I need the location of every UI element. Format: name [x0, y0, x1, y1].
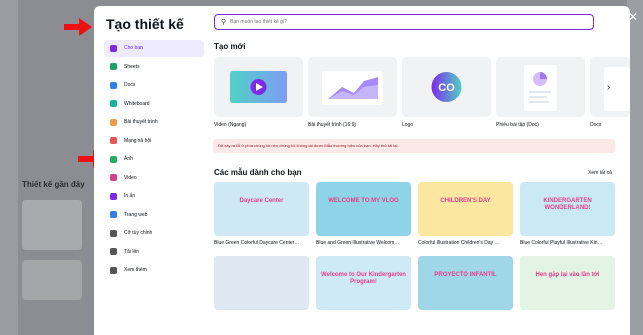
resize-icon — [110, 229, 117, 237]
video-icon — [110, 174, 117, 182]
create-card-label: Bài thuyết trình (16:9) — [308, 122, 357, 128]
red-arrow-icon — [64, 18, 92, 36]
sidebar-item-label: Bài thuyết trình — [124, 119, 158, 126]
sidebar-item[interactable]: Whiteboard — [104, 96, 204, 113]
sidebar-item[interactable]: Cho bạn — [104, 40, 204, 57]
sidebar-item[interactable]: Mạng xã hội — [104, 133, 204, 150]
background-section-title: Thiết kế gần đây — [22, 180, 85, 189]
sidebar-item[interactable]: Cỡ tùy chỉnh — [104, 225, 204, 242]
create-card-label: Phiếu bài tập (Doc) — [496, 122, 539, 128]
template-thumbnail-text: KINDERGARTEN WONDERLAND! — [543, 198, 592, 212]
create-card-logo[interactable]: CO — [402, 57, 491, 117]
website-icon — [110, 211, 117, 219]
template-thumbnail-text: PROYECTO INFANTIL — [434, 272, 497, 278]
template-thumbnail-text: Hẹn gặp lại vào lần tới — [535, 272, 600, 278]
template-card[interactable]: Hẹn gặp lại vào lần tới — [520, 256, 615, 310]
sidebar-item-label: Video — [124, 174, 137, 181]
template-label: Colorful Illustration Children's Day … — [418, 240, 500, 246]
template-card[interactable]: CHILDREN'S DAY — [418, 182, 513, 236]
background-card — [22, 260, 82, 300]
create-design-modal: Tạo thiết kế ⚲ Cho bạn Sheets Docs Whiteboa… — [94, 6, 630, 335]
create-new-title: Tạo mới — [214, 42, 246, 51]
sidebar-item[interactable]: Trang web — [104, 207, 204, 224]
category-sidebar: Cho bạn Sheets Docs Whiteboard Bài thuyết tr… — [104, 40, 204, 281]
template-label: Blue Colorful Playful Illustrative Kin… — [520, 240, 603, 246]
close-icon[interactable]: ✕ — [624, 8, 642, 26]
error-banner: Đã xảy ra lỗi ở phía chúng tôi nên chúng… — [213, 139, 615, 153]
sidebar-item-label: Trang web — [124, 211, 148, 218]
sidebar-item-label: Sheets — [124, 63, 140, 70]
sidebar-item[interactable]: Video — [104, 170, 204, 187]
template-card[interactable]: WELCOME TO MY VLOG — [316, 182, 411, 236]
sparkle-icon — [110, 44, 117, 52]
sidebar-item-label: Whiteboard — [124, 100, 150, 107]
sidebar-item-label: Tải lên — [124, 248, 140, 255]
template-label: Blue Green Colorful Daycare Center… — [214, 240, 300, 246]
template-card[interactable]: Welcome to Our Kindergarten Program! — [316, 256, 411, 310]
heart-icon — [110, 137, 117, 145]
template-card[interactable]: KINDERGARTEN WONDERLAND! — [520, 182, 615, 236]
template-thumbnail-text: CHILDREN'S DAY — [440, 198, 491, 204]
search-icon: ⚲ — [221, 19, 227, 26]
create-card-worksheet[interactable] — [496, 57, 585, 117]
background-card — [22, 200, 82, 250]
sidebar-item[interactable]: Tải lên — [104, 244, 204, 261]
sidebar-item-label: In ấn — [124, 193, 136, 200]
sidebar-item[interactable]: Sheets — [104, 59, 204, 76]
whiteboard-icon — [110, 100, 117, 108]
create-card-label: Logo — [402, 122, 414, 128]
template-card[interactable]: PROYECTO INFANTIL — [418, 256, 513, 310]
sidebar-item[interactable]: Docs — [104, 77, 204, 94]
create-card-presentation[interactable] — [308, 57, 397, 117]
sidebar-item-label: Xem thêm — [124, 267, 147, 274]
for-you-title: Các mẫu dành cho bạn — [214, 168, 302, 177]
modal-title: Tạo thiết kế — [106, 16, 184, 32]
template-thumbnail-text: WELCOME TO MY VLOG — [328, 198, 399, 204]
sidebar-item[interactable]: In ấn — [104, 188, 204, 205]
chevron-right-icon[interactable]: › — [607, 82, 610, 93]
template-thumbnail-text: Daycare Center — [239, 198, 284, 204]
search-input[interactable] — [230, 19, 571, 25]
search-box[interactable]: ⚲ — [214, 14, 594, 30]
upload-icon — [110, 248, 117, 256]
sidebar-item-label: Cỡ tùy chỉnh — [124, 230, 153, 237]
print-icon — [110, 192, 117, 200]
more-icon — [110, 266, 117, 274]
template-thumbnail-text: Welcome to Our Kindergarten Program! — [321, 272, 406, 286]
presentation-icon — [110, 118, 117, 126]
photo-icon — [110, 155, 117, 163]
sidebar-item-label: Cho bạn — [124, 45, 143, 52]
template-card[interactable]: Daycare Center — [214, 182, 309, 236]
template-card[interactable] — [214, 256, 309, 310]
sidebar-item[interactable]: Bài thuyết trình — [104, 114, 204, 131]
svg-text:CO: CO — [438, 82, 455, 94]
sidebar-item-label: Ảnh — [124, 156, 133, 163]
sidebar-item[interactable]: Xem thêm — [104, 262, 204, 279]
background-sidebar — [0, 0, 18, 335]
template-label: Blue and Green Illustrative Welcom… — [316, 240, 400, 246]
template-thumbnail-text — [214, 256, 309, 272]
create-card-label: Video (Ngang) — [214, 122, 247, 128]
sidebar-item-label: Mạng xã hội — [124, 137, 152, 144]
create-card-label: Docs — [590, 122, 602, 128]
see-all-link[interactable]: Xem tất cả — [588, 170, 612, 176]
docs-icon — [110, 81, 117, 89]
sidebar-item[interactable]: Ảnh — [104, 151, 204, 168]
sidebar-item-label: Docs — [124, 82, 136, 89]
create-card-video[interactable] — [214, 57, 303, 117]
sheets-icon — [110, 63, 117, 71]
